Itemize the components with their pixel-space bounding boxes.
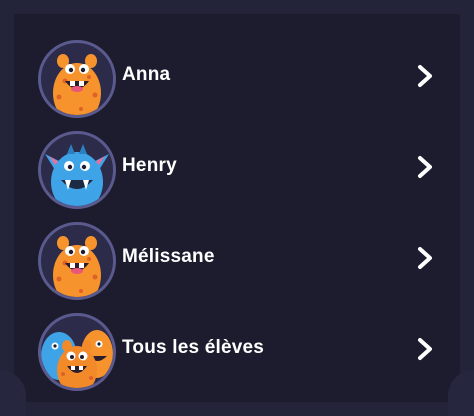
student-name: Henry (122, 155, 177, 176)
student-row-all-students[interactable]: Tous les élèves (0, 311, 474, 391)
student-row-melissane[interactable]: Mélissane (0, 220, 474, 300)
chevron-right-icon (418, 65, 432, 87)
chevron-right-icon (418, 338, 432, 360)
chevron-right-icon (418, 156, 432, 178)
student-name: Anna (122, 64, 171, 85)
student-row-henry[interactable]: Henry (0, 129, 474, 209)
chevron-right-icon (418, 247, 432, 269)
student-avatar (38, 131, 116, 209)
student-avatar (38, 40, 116, 118)
student-avatar (38, 313, 116, 391)
orange-monster-icon (53, 54, 101, 115)
orange-monster-icon (53, 236, 101, 297)
blue-monster-icon (45, 144, 109, 206)
monster-group-icon (41, 330, 113, 388)
student-picker-screen: Anna Henry Mélissane Tous les élèves (0, 0, 474, 416)
student-name: Tous les élèves (122, 337, 265, 358)
student-row-anna[interactable]: Anna (0, 38, 474, 118)
student-name: Mélissane (122, 246, 215, 267)
student-avatar (38, 222, 116, 300)
